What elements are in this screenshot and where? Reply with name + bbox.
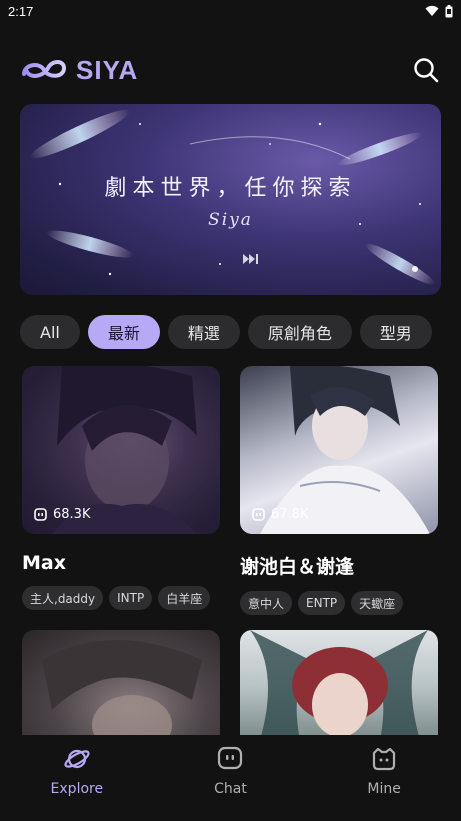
nav-explore[interactable]: Explore xyxy=(17,745,137,821)
character-name: 谢池白＆谢逢 xyxy=(240,556,355,578)
tab-featured[interactable]: 精選 xyxy=(167,315,240,349)
nav-chat-label: Chat xyxy=(214,781,247,797)
tag[interactable]: INTP xyxy=(109,586,153,610)
banner-subtitle: Siya xyxy=(208,210,253,230)
status-bar: 2:17 xyxy=(0,0,461,22)
portrait-illustration xyxy=(250,630,428,740)
hero-banner[interactable]: 劇本世界，任你探索 Siya xyxy=(20,104,441,295)
nav-chat[interactable]: Chat xyxy=(170,745,290,821)
character-card-partial[interactable] xyxy=(240,630,438,740)
battery-icon xyxy=(445,4,453,17)
brand-name: SIYA xyxy=(76,54,139,85)
character-card-max[interactable]: 68.3K Max 主人,daddy INTP 白羊座 xyxy=(22,366,220,610)
tab-latest[interactable]: 最新 xyxy=(87,315,160,349)
tag-list: 主人,daddy INTP 白羊座 xyxy=(22,586,220,610)
view-count: 68.3K xyxy=(34,507,90,522)
view-count-value: 68.3K xyxy=(53,507,91,522)
character-card-partial[interactable] xyxy=(22,630,220,740)
character-card-xie[interactable]: 67.8K 谢池白＆谢逢 意中人 ENTP 天蠍座 xyxy=(240,366,438,615)
character-portrait: 67.8K xyxy=(240,366,438,534)
tab-all[interactable]: All xyxy=(20,315,80,349)
tab-original-characters[interactable]: 原創角色 xyxy=(247,315,352,349)
nav-mine[interactable]: Mine xyxy=(324,745,444,821)
nav-mine-label: Mine xyxy=(367,781,401,797)
tag[interactable]: 意中人 xyxy=(240,591,293,615)
bottom-navigation: Explore Chat Mine xyxy=(0,735,461,821)
play-indicator-icon xyxy=(243,254,258,264)
tag-list: 意中人 ENTP 天蠍座 xyxy=(240,591,438,615)
tab-handsome[interactable]: 型男 xyxy=(359,315,432,349)
tag[interactable]: 天蠍座 xyxy=(351,591,404,615)
mine-icon xyxy=(373,747,396,771)
tag[interactable]: 主人,daddy xyxy=(22,586,104,610)
banner-title: 劇本世界，任你探索 xyxy=(104,176,357,201)
planet-icon xyxy=(64,749,90,769)
chat-icon xyxy=(218,746,243,770)
tag[interactable]: ENTP xyxy=(298,591,346,615)
category-tabs: All 最新 精選 原創角色 型男 xyxy=(20,315,461,349)
tag[interactable]: 白羊座 xyxy=(158,586,211,610)
chat-count-icon xyxy=(252,508,265,521)
view-count: 67.8K xyxy=(252,507,308,522)
search-icon xyxy=(414,58,439,83)
nav-explore-label: Explore xyxy=(50,781,104,797)
siya-logo-icon xyxy=(22,60,67,78)
chat-count-icon xyxy=(34,508,47,521)
portrait-illustration xyxy=(42,640,202,740)
wifi-icon xyxy=(425,5,439,16)
status-icons xyxy=(425,4,453,18)
character-name: Max xyxy=(22,552,66,574)
character-portrait: 68.3K xyxy=(22,366,220,534)
app-header: SIYA xyxy=(0,48,461,92)
status-time: 2:17 xyxy=(8,3,34,19)
brand-logo: SIYA xyxy=(20,55,138,86)
view-count-value: 67.8K xyxy=(271,507,309,522)
search-button[interactable] xyxy=(411,55,441,85)
